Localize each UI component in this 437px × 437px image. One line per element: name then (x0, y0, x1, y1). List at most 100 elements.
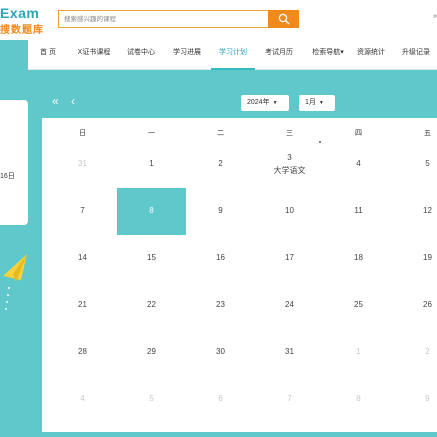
event-dot (319, 141, 321, 143)
calendar-day[interactable]: 17 (255, 235, 324, 282)
day-number: 8 (149, 206, 154, 215)
calendar-day[interactable]: 7 (48, 188, 117, 235)
calendar-day[interactable]: 31 (48, 141, 117, 188)
calendar-day[interactable]: 19 (393, 235, 437, 282)
nav-study-plan[interactable]: 学习计划 (211, 40, 255, 70)
calendar-day[interactable]: 31 (255, 329, 324, 376)
weekday-header: 二 (217, 130, 224, 137)
calendar-event[interactable]: 大学语文 (255, 165, 324, 176)
nav-home[interactable]: 首 页 (36, 40, 60, 70)
calendar-day[interactable]: 24 (255, 282, 324, 329)
calendar-day[interactable]: 28 (48, 329, 117, 376)
calendar-day[interactable]: 26 (393, 282, 437, 329)
year-select[interactable]: 2024年 ▼ (241, 95, 289, 111)
calendar-day[interactable]: 5 (117, 376, 186, 423)
calendar-day[interactable]: 29 (117, 329, 186, 376)
search-input[interactable]: 搜索感兴趣的课程 (58, 10, 268, 28)
calendar-day[interactable]: 5 (393, 141, 437, 188)
logo-text[interactable]: Exam (0, 5, 39, 21)
calendar-day[interactable]: 7 (255, 376, 324, 423)
month-select[interactable]: 1月 ▼ (299, 95, 335, 111)
calendar-day[interactable]: 6 (186, 376, 255, 423)
day-number: 22 (147, 300, 156, 309)
day-number: 31 (285, 347, 294, 356)
card-date: 16日 (0, 173, 15, 180)
search-button[interactable] (268, 10, 299, 28)
logo-subtitle: 搜数题库 (0, 25, 44, 36)
calendar-day[interactable]: 16 (186, 235, 255, 282)
calendar: « ‹ 2024年 ▼ 1月 ▼ 日一二三四五 31 1 2 3 大学语文 4 5 7 8 9 10 11… (42, 86, 437, 432)
calendar-day[interactable]: 2 (186, 141, 255, 188)
calendar-day[interactable]: 1 (324, 329, 393, 376)
day-number: 24 (285, 300, 294, 309)
weekday-header: 日 (79, 130, 86, 137)
day-number: 2 (218, 159, 223, 168)
day-number: 3 (287, 153, 292, 162)
day-number: 19 (423, 253, 432, 262)
day-number: 25 (354, 300, 363, 309)
nav-search-guide[interactable]: 检索导航▾ (308, 40, 348, 70)
calendar-day[interactable]: 12 (393, 188, 437, 235)
day-number: 7 (80, 206, 85, 215)
main-nav: 首 页 X证书课程 试卷中心 学习进展 学习计划 考试月历 检索导航▾ 资源统计… (28, 40, 437, 70)
day-number: 14 (78, 253, 87, 262)
calendar-day[interactable]: 9 (186, 188, 255, 235)
weekday-header: 四 (355, 130, 362, 137)
nav-upgrade-log[interactable]: 升级记录 (398, 40, 434, 70)
nav-progress[interactable]: 学习进展 (169, 40, 205, 70)
calendar-day[interactable]: 23 (186, 282, 255, 329)
day-number: 9 (218, 206, 223, 215)
nav-resource-stats[interactable]: 资源统计 (353, 40, 389, 70)
calendar-day[interactable]: 4 (48, 376, 117, 423)
calendar-day-today[interactable]: 8 (117, 188, 186, 235)
prev-year-button[interactable]: « (52, 94, 59, 108)
day-number: 15 (147, 253, 156, 262)
nav-x-certificate[interactable]: X证书课程 (72, 40, 116, 70)
calendar-header: « ‹ 2024年 ▼ 1月 ▼ (42, 86, 437, 118)
day-number: 4 (356, 159, 361, 168)
calendar-day[interactable]: 14 (48, 235, 117, 282)
day-number: 28 (78, 347, 87, 356)
calendar-day[interactable]: 25 (324, 282, 393, 329)
calendar-day[interactable]: 2 (393, 329, 437, 376)
search-icon (278, 13, 289, 25)
weekday-header: 五 (424, 130, 431, 137)
calendar-day[interactable]: 10 (255, 188, 324, 235)
weekday-header: 三 (286, 130, 293, 137)
day-number: 1 (356, 347, 361, 356)
day-number: 7 (287, 394, 292, 403)
calendar-day[interactable]: 1 (117, 141, 186, 188)
calendar-day[interactable]: 8 (324, 376, 393, 423)
prev-month-button[interactable]: ‹ (71, 94, 75, 108)
month-value: 1月 (305, 99, 316, 106)
day-number: 1 (149, 159, 154, 168)
weekday-header: 一 (148, 130, 155, 137)
day-number: 5 (149, 394, 154, 403)
day-number: 17 (285, 253, 294, 262)
day-number: 6 (218, 394, 223, 403)
nav-exam-center[interactable]: 试卷中心 (123, 40, 159, 70)
paper-plane-icon (3, 254, 27, 310)
calendar-day[interactable]: 21 (48, 282, 117, 329)
calendar-day[interactable]: 22 (117, 282, 186, 329)
day-number: 29 (147, 347, 156, 356)
calendar-day[interactable]: 4 (324, 141, 393, 188)
header-more-link[interactable]: » (433, 13, 437, 20)
calendar-day[interactable]: 30 (186, 329, 255, 376)
day-number: 18 (354, 253, 363, 262)
day-number: 12 (423, 206, 432, 215)
calendar-day[interactable]: 11 (324, 188, 393, 235)
nav-exam-calendar[interactable]: 考试月历 (261, 40, 297, 70)
info-card: 16日 (0, 100, 28, 225)
calendar-day[interactable]: 15 (117, 235, 186, 282)
calendar-day[interactable]: 9 (393, 376, 437, 423)
calendar-day[interactable]: 3 大学语文 (255, 141, 324, 188)
chevron-down-icon: ▼ (272, 100, 278, 106)
calendar-day[interactable]: 18 (324, 235, 393, 282)
chevron-down-icon: ▼ (318, 100, 324, 106)
day-number: 26 (423, 300, 432, 309)
day-number: 2 (425, 347, 430, 356)
day-number: 11 (354, 206, 363, 215)
top-header: Exam 搜数题库 搜索感兴趣的课程 » (0, 0, 437, 40)
day-number: 31 (78, 159, 87, 168)
